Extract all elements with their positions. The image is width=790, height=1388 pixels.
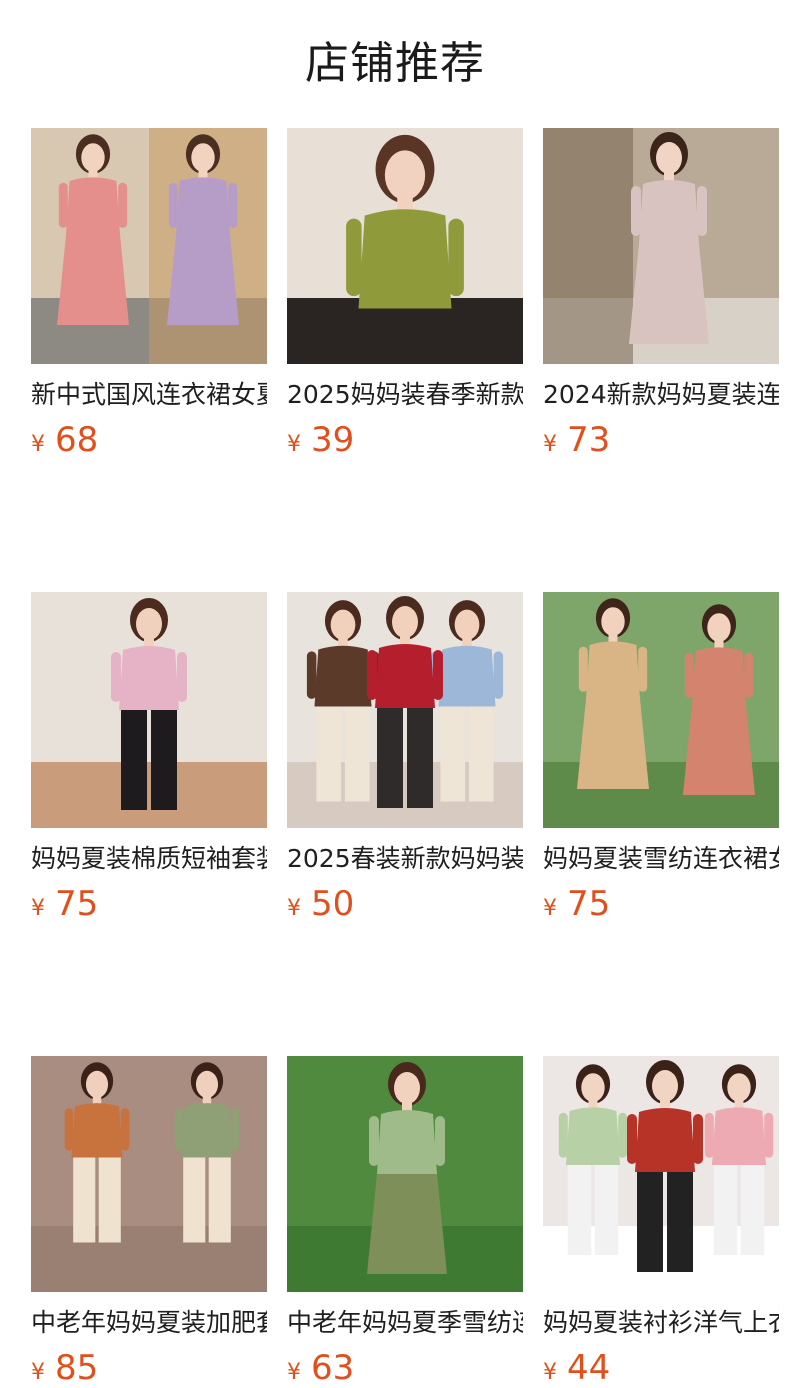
currency-symbol: ¥ [31,1360,45,1385]
product-price: ¥ 39 [287,420,523,460]
product-name[interactable]: 2025妈妈装春季新款上衣 [287,380,523,410]
product-illustration [31,128,267,364]
pants-leg [98,1157,121,1243]
product-name[interactable]: 中老年妈妈夏季雪纺连衣裙 [287,1308,523,1338]
product-card[interactable]: 2025春装新款妈妈装上衣 ¥ 50 [287,592,523,924]
product-image[interactable] [31,1056,267,1292]
product-illustration [543,128,779,364]
product-illustration [31,1056,267,1292]
price-value: 39 [311,420,355,460]
product-illustration [287,1056,523,1292]
product-price: ¥ 75 [543,884,779,924]
product-illustration [543,592,779,828]
pants-leg [377,708,403,808]
product-card[interactable]: 2024新款妈妈夏装连衣裙 ¥ 73 [543,128,779,460]
currency-symbol: ¥ [543,896,557,921]
pants-leg [468,706,494,802]
product-illustration [287,128,523,364]
product-illustration [31,592,267,828]
product-image[interactable] [543,1056,779,1292]
product-name[interactable]: 妈妈夏装衬衫洋气上衣 [543,1308,779,1338]
price-value: 85 [55,1348,99,1388]
pants-leg [667,1172,693,1272]
currency-symbol: ¥ [287,432,301,457]
product-name[interactable]: 2024新款妈妈夏装连衣裙 [543,380,779,410]
currency-symbol: ¥ [543,1360,557,1385]
product-image[interactable] [543,128,779,364]
price-value: 73 [567,420,611,460]
product-card[interactable]: 妈妈夏装雪纺连衣裙女 ¥ 75 [543,592,779,924]
pants-leg [637,1172,663,1272]
price-value: 68 [55,420,99,460]
skirt [577,699,649,789]
price-value: 44 [567,1348,611,1388]
skirt [167,235,239,325]
product-image[interactable] [287,1056,523,1292]
page-title: 店铺推荐 [305,38,485,89]
product-image[interactable] [287,128,523,364]
currency-symbol: ¥ [287,896,301,921]
product-card[interactable]: 新中式国风连衣裙女夏装 ¥ 68 [31,128,267,460]
product-card[interactable]: 中老年妈妈夏季雪纺连衣裙 ¥ 63 [287,1056,523,1388]
skirt [629,244,709,344]
image-floor [31,762,267,828]
pants-leg [316,706,342,802]
product-price: ¥ 75 [31,884,267,924]
product-name[interactable]: 新中式国风连衣裙女夏装 [31,380,267,410]
skirt [683,705,755,795]
pants-leg [151,710,177,810]
pants-leg [407,708,433,808]
pants-leg [713,1165,738,1255]
currency-symbol: ¥ [31,432,45,457]
pants-leg [440,706,466,802]
product-name[interactable]: 妈妈夏装雪纺连衣裙女 [543,844,779,874]
product-card[interactable]: 2025妈妈装春季新款上衣 ¥ 39 [287,128,523,460]
product-price: ¥ 63 [287,1348,523,1388]
product-price: ¥ 68 [31,420,267,460]
pants-leg [594,1165,619,1255]
currency-symbol: ¥ [31,896,45,921]
pants-leg [740,1165,765,1255]
price-value: 50 [311,884,355,924]
price-value: 63 [311,1348,355,1388]
currency-symbol: ¥ [543,432,557,457]
product-price: ¥ 85 [31,1348,267,1388]
product-price: ¥ 73 [543,420,779,460]
product-image[interactable] [287,592,523,828]
pants-leg [183,1157,206,1243]
product-illustration [287,592,523,828]
image-floor [31,1226,267,1292]
product-card[interactable]: 妈妈夏装衬衫洋气上衣 ¥ 44 [543,1056,779,1388]
pants-leg [344,706,370,802]
skirt [57,235,129,325]
product-image[interactable] [31,128,267,364]
price-value: 75 [567,884,611,924]
pants-leg [73,1157,96,1243]
pants-leg [208,1157,231,1243]
product-card[interactable]: 中老年妈妈夏装加肥套装 ¥ 85 [31,1056,267,1388]
skirt [367,1174,447,1274]
pants-leg [121,710,147,810]
product-name[interactable]: 2025春装新款妈妈装上衣 [287,844,523,874]
currency-symbol: ¥ [287,1360,301,1385]
product-price: ¥ 50 [287,884,523,924]
product-price: ¥ 44 [543,1348,779,1388]
product-grid: 新中式国风连衣裙女夏装 ¥ 68 2025妈妈装春季新款上衣 ¥ 39 2024… [31,128,790,1388]
product-image[interactable] [543,592,779,828]
product-illustration [543,1056,779,1292]
product-name[interactable]: 中老年妈妈夏装加肥套装 [31,1308,267,1338]
product-name[interactable]: 妈妈夏装棉质短袖套装 [31,844,267,874]
pants-leg [567,1165,592,1255]
product-image[interactable] [31,592,267,828]
product-card[interactable]: 妈妈夏装棉质短袖套装 ¥ 75 [31,592,267,924]
price-value: 75 [55,884,99,924]
